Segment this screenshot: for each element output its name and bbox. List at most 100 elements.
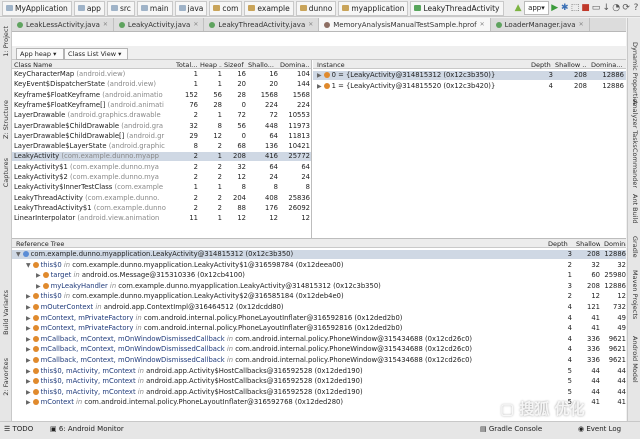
editor-tab[interactable]: LeakLessActivity.java ✕ [12,18,114,31]
class-row[interactable]: LayerDrawable$ChildDrawable[] (android.g… [12,132,311,141]
class-row[interactable]: LeakyActivity$1 (com.example.dunno.mya 2 2… [12,163,311,172]
expand-arrow-icon[interactable]: ▶ [26,399,31,406]
column-header[interactable]: Sizeof [224,61,246,69]
reference-row[interactable]: ▶ mCallback, mContext, mOnWindowDismissed… [12,345,626,354]
view-select[interactable]: Class List View ▾ [64,48,128,60]
class-row[interactable]: LinearInterpolator (android.view.animati… [12,214,311,223]
reference-row[interactable]: ▶ this$0 in com.example.dunno.myapplicati… [12,292,626,301]
event-log-tab[interactable]: ◉ Event Log [578,425,621,433]
expand-arrow-icon[interactable]: ▶ [26,304,31,311]
expand-arrow-icon[interactable]: ▶ [26,336,31,343]
tool-window-structure[interactable]: Z: Structure [2,100,10,139]
reference-row[interactable]: ▼ com.example.dunno.myapplication.LeakyAc… [12,250,626,259]
sdk-icon[interactable]: ↓ [602,2,610,14]
tool-window-favorites[interactable]: 2: Favorites [2,358,10,396]
column-header[interactable]: Domina... [591,61,624,69]
close-icon[interactable]: ✕ [579,21,584,28]
reference-row[interactable]: ▶ mCallback, mContext, mOnWindowDismissed… [12,335,626,344]
breadcrumb-item[interactable]: MyApplication [2,0,72,16]
expand-arrow-icon[interactable]: ▶ [317,83,322,90]
breadcrumb-item[interactable]: main [136,0,173,16]
tool-window-android-model[interactable]: Android Model [631,336,639,383]
editor-tab[interactable]: LoaderManager.java ✕ [491,18,590,31]
tool-window-maven-projects[interactable]: Maven Projects [631,270,639,319]
tool-window-commander[interactable]: Commander [631,148,639,188]
column-header[interactable]: Dominatin... [604,240,626,248]
close-icon[interactable]: ✕ [193,21,198,28]
stop-icon[interactable]: ■ [581,2,590,14]
panel-divider[interactable] [12,238,626,239]
breadcrumb-item[interactable]: src [106,0,135,16]
column-header[interactable]: Total... [176,61,198,69]
close-icon[interactable]: ✕ [103,21,108,28]
tool-window-ant-build[interactable]: Ant Build [631,194,639,224]
column-header[interactable]: Reference Tree [16,240,556,248]
run-icon[interactable]: ▶ [551,2,559,14]
expand-arrow-icon[interactable]: ▶ [26,378,31,385]
close-icon[interactable]: ✕ [308,21,313,28]
class-row[interactable]: LayerDrawable (android.graphics.drawable… [12,111,311,120]
expand-arrow-icon[interactable]: ▶ [26,368,31,375]
monitor-icon[interactable]: ◔ [612,2,620,14]
column-header[interactable]: Domina... [280,61,310,69]
instance-row[interactable]: ▶ 1 = {LeakyActivity@314815520 (0x12c3b42… [313,82,626,91]
class-row[interactable]: KeyEvent$DispatcherState (android.view) 1… [12,80,311,89]
help-icon[interactable]: ? [632,2,640,14]
editor-tab[interactable]: LeakyThreadActivity.java ✕ [204,18,320,31]
expand-arrow-icon[interactable]: ▶ [26,389,31,396]
class-row[interactable]: LeakyThreadActivity$1 (com.example.dunno… [12,204,311,213]
avd-icon[interactable]: ▭ [592,2,601,14]
collapse-arrow-icon[interactable]: ▼ [16,251,21,258]
class-row[interactable]: LayerDrawable$LayerState (android.graphi… [12,142,311,151]
breadcrumb-item[interactable]: app [73,0,105,16]
reference-row[interactable]: ▶ mContext, mPrivateFactory in com.androi… [12,324,626,333]
editor-tab[interactable]: LeakyActivity.java ✕ [114,18,205,31]
close-icon[interactable]: ✕ [480,21,485,28]
class-row[interactable]: Keyframe$FloatKeyframe[] (android.animat… [12,101,311,110]
expand-arrow-icon[interactable]: ▶ [26,357,31,364]
class-row[interactable]: LeakyActivity$2 (com.example.dunno.mya 2 2… [12,173,311,182]
tool-window-captures[interactable]: Captures [2,158,10,187]
expand-arrow-icon[interactable]: ▶ [26,293,31,300]
reference-row[interactable]: ▶ mCallback, mContext, mOnWindowDismissed… [12,356,626,365]
breadcrumb-item[interactable]: com [209,0,243,16]
reference-row[interactable]: ▶ this$0, mActivity, mContext in android.… [12,367,626,376]
class-row[interactable]: LeakyActivity (com.example.dunno.myapp 2 1… [12,152,311,162]
breadcrumb-item[interactable]: example [244,0,294,16]
tool-window-build-variants[interactable]: Build Variants [2,290,10,335]
breadcrumb-item[interactable]: myapplication [338,0,409,16]
reference-row[interactable]: ▶ myLeakyHandler in com.example.dunno.mya… [12,282,626,291]
run-config-select[interactable]: app ▾ [524,1,549,15]
tool-window-dynamic-properties[interactable]: Dynamic Properties [631,42,639,106]
column-header[interactable]: Heap ... [200,61,222,69]
expand-arrow-icon[interactable]: ▶ [36,272,41,279]
editor-tab[interactable]: MemoryAnalysisManualTestSample.hprof ✕ [319,18,491,31]
column-header[interactable]: Depth [531,61,553,69]
tool-window-gradle[interactable]: Gradle [631,236,639,258]
sync-icon[interactable]: ⟳ [622,2,630,14]
breadcrumb-item[interactable]: LeakyThreadActivity [410,0,504,16]
class-row[interactable]: Keyframe$FloatKeyframe (android.animatio… [12,91,311,100]
expand-arrow-icon[interactable]: ▶ [26,315,31,322]
android-monitor-tab[interactable]: ▣ 6: Android Monitor [50,425,124,433]
expand-arrow-icon[interactable]: ▶ [26,346,31,353]
collapse-arrow-icon[interactable]: ▼ [26,262,31,269]
column-header[interactable]: Shallow Si... [576,240,600,248]
breadcrumb-item[interactable]: java [174,0,208,16]
reference-row[interactable]: ▶ this$0, mActivity, mContext in android.… [12,388,626,397]
breadcrumb-item[interactable]: dunno [295,0,337,16]
instance-row[interactable]: ▶ 0 = {LeakyActivity@314815312 (0x12c3b35… [313,71,626,80]
panel-divider[interactable] [311,60,312,238]
reference-row[interactable]: ▶ mOuterContext in android.app.ContextImp… [12,303,626,312]
heap-select[interactable]: App heap ▾ [16,48,64,60]
class-row[interactable]: KeyCharacterMap (android.view) 1 1 16 16 104 [12,70,311,79]
column-header[interactable]: Class Name [14,61,174,69]
class-row[interactable]: LeakyThreadActivity (com.example.dunno. 2… [12,194,311,203]
column-header[interactable]: Depth [548,240,572,248]
tool-window-project[interactable]: 1: Project [2,26,10,57]
android-icon[interactable]: ▲ [514,2,522,14]
gradle-console-tab[interactable]: ▤ Gradle Console [480,425,542,433]
expand-arrow-icon[interactable]: ▶ [317,72,322,79]
expand-arrow-icon[interactable]: ▶ [36,283,41,290]
reference-row[interactable]: ▼ this$0 in com.example.dunno.myapplicati… [12,261,626,270]
